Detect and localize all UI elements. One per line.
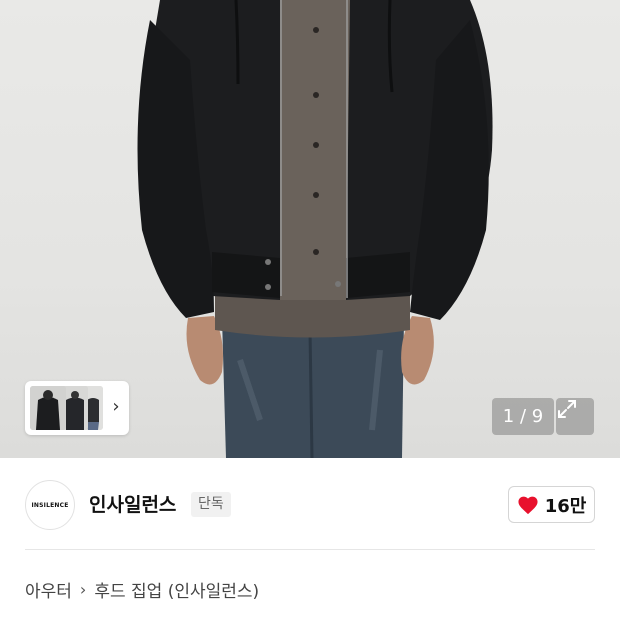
thumbnail-strip[interactable]: › — [25, 381, 129, 435]
seller-row: INSILENCE 인사일런스 단독 16만 — [0, 458, 620, 550]
breadcrumb-item-subcategory[interactable]: 후드 집업 (인사일런스) — [94, 577, 259, 602]
breadcrumb: 아우터 › 후드 집업 (인사일런스) — [25, 575, 259, 603]
product-image[interactable]: › 1 / 9 — [0, 0, 620, 458]
brand-logo-text: INSILENCE — [31, 501, 69, 509]
exclusive-badge: 단독 — [191, 492, 231, 517]
chevron-right-icon: › — [79, 579, 87, 599]
like-button[interactable]: 16만 — [508, 486, 595, 523]
chevron-right-icon[interactable]: › — [109, 396, 123, 418]
breadcrumb-item-category[interactable]: 아우터 — [25, 577, 72, 602]
like-count: 16만 — [544, 495, 587, 517]
divider — [25, 549, 595, 550]
expand-icon — [558, 400, 576, 418]
brand-logo[interactable]: INSILENCE — [25, 480, 75, 530]
brand-name[interactable]: 인사일런스 — [89, 490, 176, 517]
expand-button[interactable] — [556, 398, 594, 435]
thumbnail-image[interactable] — [30, 386, 66, 430]
heart-icon — [518, 496, 538, 514]
image-counter: 1 / 9 — [492, 398, 554, 435]
